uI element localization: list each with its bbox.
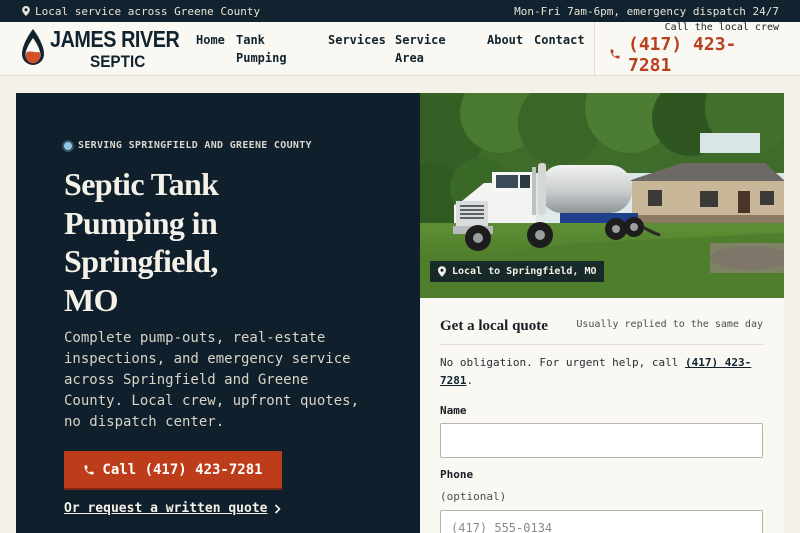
- phone-optional-hint: (optional): [440, 490, 507, 503]
- nav-services[interactable]: Services: [328, 31, 386, 49]
- phone-label: Phone: [440, 468, 474, 481]
- phone-icon: [610, 49, 620, 59]
- quote-form-title: Get a local quote: [440, 318, 548, 334]
- brand-line2: SEPTIC: [90, 52, 146, 71]
- map-pin-icon: [438, 266, 446, 277]
- topbar-hours: Mon-Fri 7am-6pm, emergency dispatch 24/7: [514, 4, 779, 18]
- hero-eyebrow: SERVING SPRINGFIELD AND GREENE COUNTY: [64, 140, 312, 151]
- nav-contact[interactable]: Contact: [534, 31, 585, 49]
- phone-field[interactable]: [440, 510, 763, 533]
- hero-photo: Local to Springfield, MO: [420, 93, 784, 298]
- quote-form-note: No obligation. For urgent help, call (41…: [440, 354, 765, 390]
- request-quote-label: Or request a written quote: [64, 501, 268, 516]
- form-divider: [440, 344, 763, 345]
- hero-lede: Complete pump-outs, real-estate inspecti…: [64, 330, 360, 430]
- nav-about[interactable]: About: [487, 31, 523, 49]
- nav-tank-pumping[interactable]: Tank Pumping: [236, 31, 316, 67]
- site-header: JAMES RIVER SEPTIC Home Tank Pumping Ser…: [0, 22, 800, 76]
- call-now-button[interactable]: Call (417) 423-7281: [64, 451, 282, 488]
- photo-badge-text: Local to Springfield, MO: [452, 266, 597, 277]
- photo-location-badge: Local to Springfield, MO: [430, 261, 604, 282]
- nav-home[interactable]: Home: [196, 31, 225, 49]
- chevron-right-icon: [274, 503, 281, 514]
- header-call-box[interactable]: Call the local crew (417) 423-7281: [594, 22, 800, 76]
- quote-form: Get a local quote Usually replied to the…: [420, 298, 784, 533]
- topbar-location-text: Local service across Greene County: [35, 4, 261, 18]
- hero-title: Septic Tank Pumping in Springfield, MO: [64, 166, 219, 318]
- topbar-location: Local service across Greene County: [22, 5, 260, 18]
- request-quote-link[interactable]: Or request a written quote: [64, 501, 281, 516]
- brand-wordmark: JAMES RIVER SEPTIC: [50, 26, 200, 71]
- form-note-text: No obligation. For urgent help, call: [440, 356, 679, 369]
- call-now-label: Call (417) 423-7281: [102, 461, 263, 478]
- brand-logo[interactable]: JAMES RIVER SEPTIC: [20, 28, 200, 70]
- form-note-suffix: .: [466, 374, 474, 387]
- name-label: Name: [440, 404, 467, 417]
- status-dot-icon: [64, 141, 72, 150]
- top-utility-bar: Local service across Greene County Mon-F…: [0, 0, 800, 22]
- hero-eyebrow-text: SERVING SPRINGFIELD AND GREENE COUNTY: [78, 140, 312, 151]
- phone-icon: [84, 465, 94, 474]
- quote-form-subtitle: Usually replied to the same day: [576, 319, 763, 330]
- header-call-label: Call the local crew: [664, 22, 779, 33]
- nav-service-area[interactable]: Service Area: [395, 31, 475, 67]
- hero-section: SERVING SPRINGFIELD AND GREENE COUNTY Se…: [16, 93, 784, 533]
- header-phone-link[interactable]: (417) 423-7281: [628, 34, 778, 76]
- name-field[interactable]: [440, 423, 763, 458]
- map-pin-icon: [22, 6, 30, 16]
- water-drop-icon: [22, 29, 44, 65]
- brand-line1: JAMES RIVER: [50, 26, 180, 52]
